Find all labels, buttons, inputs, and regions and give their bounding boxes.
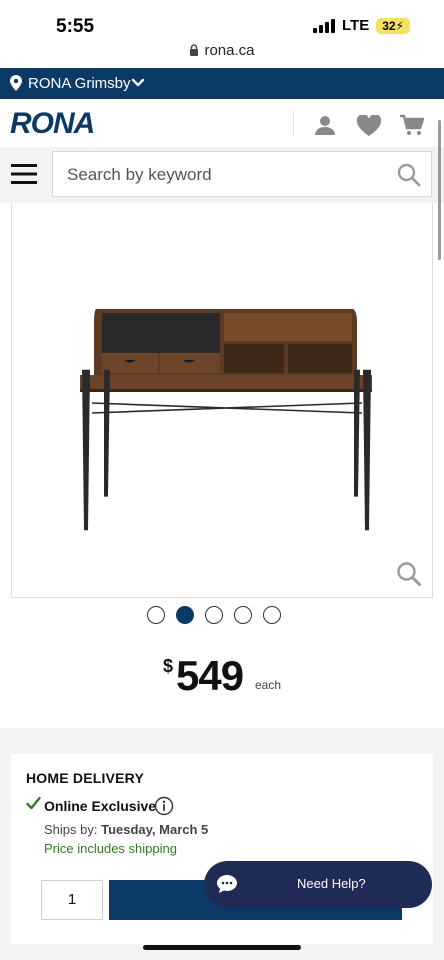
need-help-button[interactable]: Need Help?	[204, 861, 432, 908]
price-amount: 549	[176, 652, 244, 699]
carousel-dot[interactable]	[205, 606, 223, 624]
hamburger-menu-icon[interactable]	[11, 163, 37, 185]
need-help-label: Need Help?	[297, 876, 366, 891]
status-indicators: LTE 32⚡	[312, 17, 410, 34]
store-name: RONA Grimsby	[28, 75, 131, 92]
info-icon[interactable]	[154, 796, 174, 816]
home-delivery-card: HOME DELIVERY Online Exclusive Ships by:…	[11, 754, 433, 944]
url-text: rona.ca	[204, 42, 255, 59]
url-bar[interactable]: rona.ca	[0, 42, 444, 64]
search-icon[interactable]	[397, 163, 421, 187]
svg-text:RONA: RONA	[10, 108, 94, 136]
zoom-icon[interactable]	[396, 561, 422, 587]
page-scrollbar[interactable]	[438, 120, 441, 260]
home-indicator	[143, 945, 301, 950]
shipping-note: Price includes shipping	[44, 841, 177, 856]
chevron-down-icon	[131, 78, 145, 87]
quantity-input[interactable]: 1	[41, 880, 103, 920]
header-divider	[293, 111, 294, 135]
ships-by-date: Tuesday, March 5	[101, 822, 209, 837]
lock-icon	[190, 44, 199, 56]
product-image[interactable]	[11, 203, 433, 598]
status-bar: 5:55 LTE 32⚡	[0, 0, 444, 44]
rona-logo[interactable]: RONA	[10, 108, 130, 136]
ships-by-text: Ships by: Tuesday, March 5	[44, 822, 208, 837]
wishlist-heart-icon[interactable]	[356, 115, 382, 137]
search-input[interactable]: Search by keyword	[52, 151, 432, 197]
online-exclusive-label: Online Exclusive	[44, 798, 157, 814]
store-selector[interactable]: RONA Grimsby	[0, 68, 444, 99]
carousel-dot[interactable]	[263, 606, 281, 624]
ships-by-label: Ships by:	[44, 822, 98, 837]
battery-level: 32	[382, 18, 396, 33]
location-pin-icon	[10, 75, 22, 91]
carousel-dot-active[interactable]	[176, 606, 194, 624]
desk-illustration	[80, 309, 372, 531]
chat-bubble-icon	[217, 875, 237, 893]
status-time: 5:55	[56, 16, 95, 37]
search-placeholder: Search by keyword	[67, 165, 212, 184]
delivery-title: HOME DELIVERY	[26, 770, 144, 786]
site-header: RONA	[0, 99, 444, 147]
image-carousel-dots	[147, 606, 281, 624]
search-row: Search by keyword	[0, 147, 444, 203]
carousel-dot[interactable]	[234, 606, 252, 624]
price-currency: $	[163, 656, 174, 676]
cart-icon[interactable]	[400, 114, 424, 136]
account-icon[interactable]	[314, 114, 336, 136]
check-icon	[26, 796, 41, 810]
price-unit: each	[255, 678, 282, 692]
carousel-dot[interactable]	[147, 606, 165, 624]
network-label: LTE	[341, 17, 370, 34]
battery-icon: 32⚡	[376, 17, 410, 34]
signal-icon	[312, 18, 335, 33]
